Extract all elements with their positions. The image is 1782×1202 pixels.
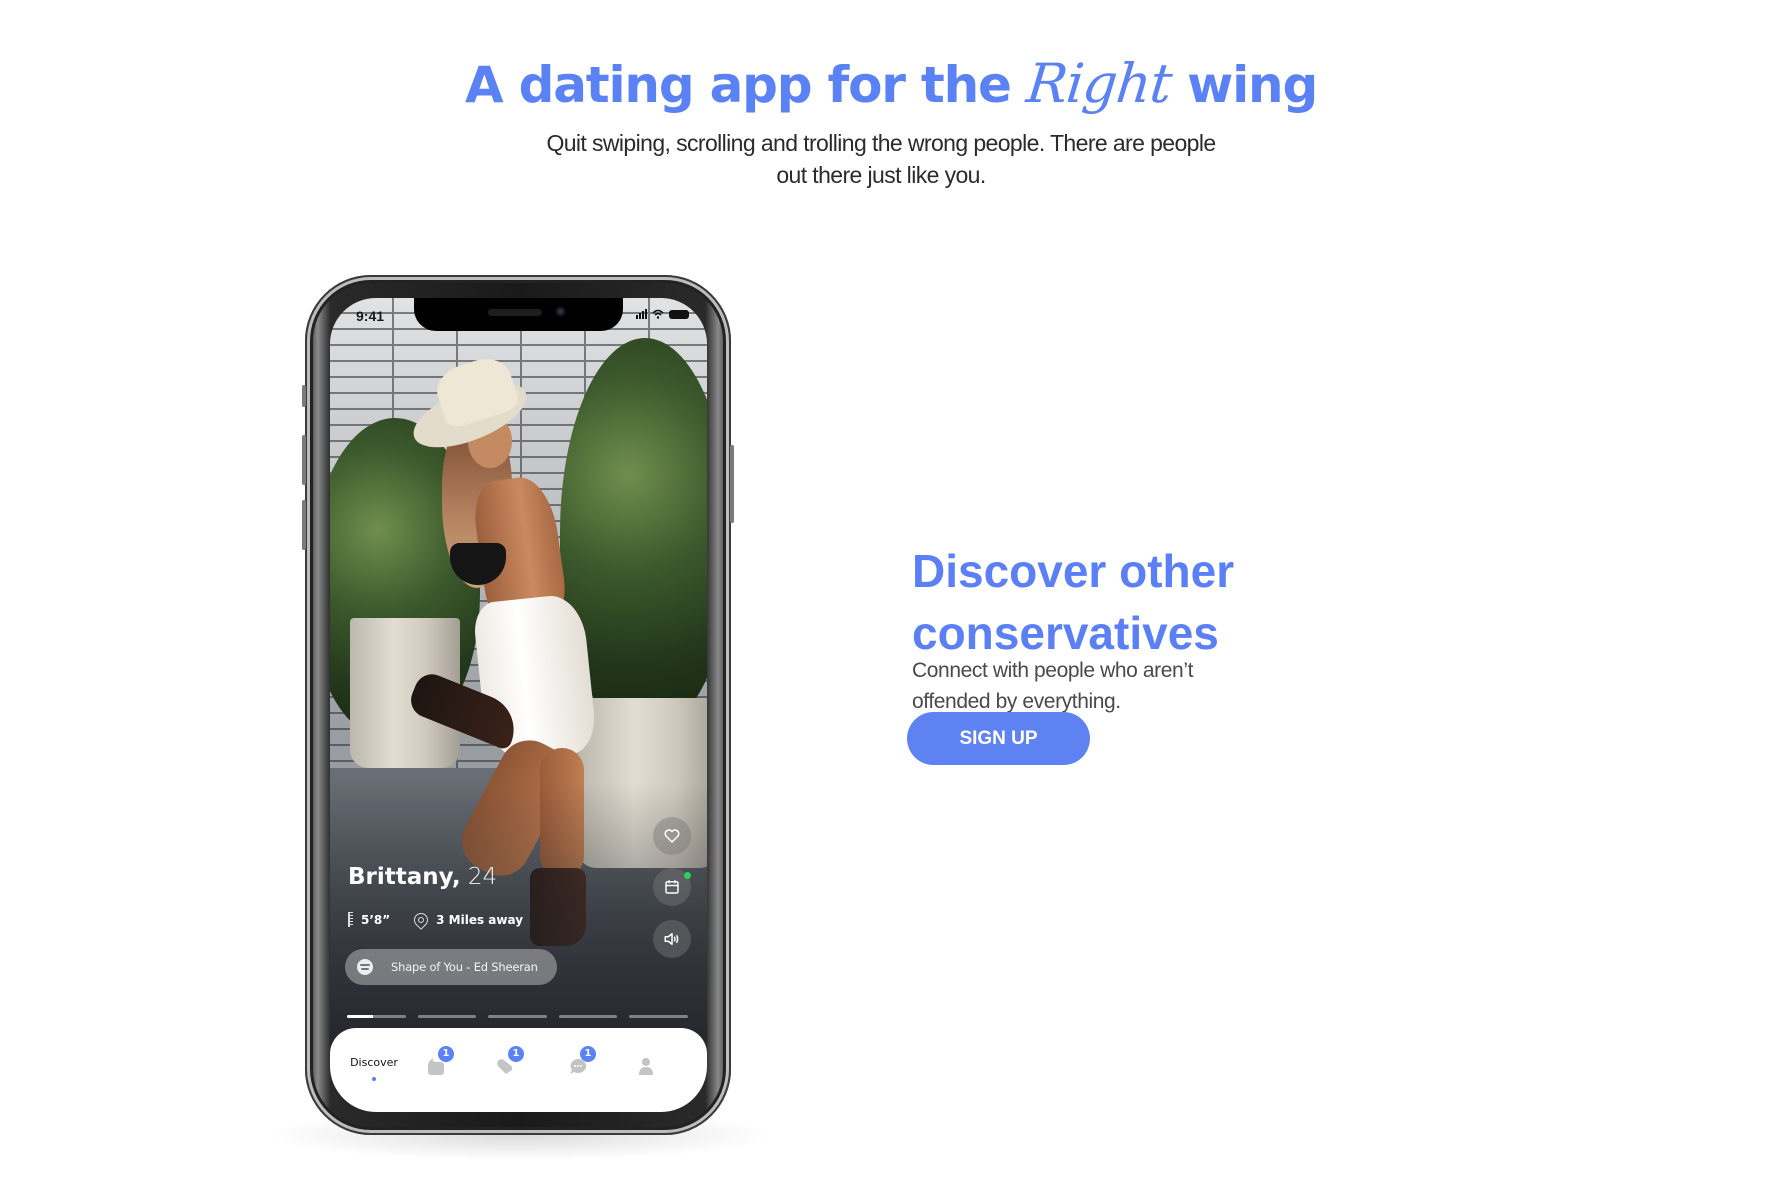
profile-name: Brittany, 24 [348,864,497,890]
spotify-icon [357,959,373,975]
hero-title-suffix: wing [1170,55,1318,114]
phone-volume-up [302,435,306,485]
nav-messages[interactable]: 1 [548,1046,608,1088]
earpiece [488,309,542,316]
profile-height: 5’8” [361,912,391,927]
nav-discover[interactable]: Discover [344,1048,404,1088]
signal-icon [636,309,647,319]
feature-title: Discover other conservatives [912,545,1235,660]
nav-badge: 1 [438,1046,454,1062]
photo-progress [347,1015,688,1018]
profile-first-name: Brittany, [348,864,461,890]
hero-subtitle: Quit swiping, scrolling and trolling the… [546,130,1216,188]
progress-segment[interactable] [629,1015,688,1018]
song-label: Shape of You - Ed Sheeran [391,960,538,974]
online-indicator [684,872,691,879]
song-pill[interactable]: Shape of You - Ed Sheeran [345,949,557,985]
nav-likes[interactable]: 1 [476,1046,536,1088]
sign-up-button[interactable]: SIGN UP [907,712,1090,765]
phone-volume-down [302,500,306,550]
heart-icon: 1 [496,1046,524,1076]
progress-segment[interactable] [558,1015,618,1018]
phone-power-button [730,445,734,523]
like-button[interactable] [653,817,691,855]
height-icon [348,912,353,927]
profile-age: 24 [467,864,498,890]
active-indicator [372,1077,376,1081]
status-icons [636,309,689,319]
front-camera [555,306,566,317]
hero-title: A dating app for the Right wing [0,51,1782,118]
bottom-nav: Discover 1 1 1 [330,1028,707,1112]
progress-fill [347,1015,374,1018]
status-time: 9:41 [356,308,385,324]
wifi-icon [652,309,664,319]
chat-icon: 1 [568,1046,596,1076]
feature-description: Connect with people who aren’t offended … [912,659,1194,713]
location-pin-icon [411,909,432,930]
nav-dates[interactable]: 1 [406,1046,466,1088]
phone-screen: 9:41 Brittany, 24 5’8” 3 Miles away Shap… [330,298,707,1112]
phone-silent-switch [302,385,306,407]
audio-button[interactable] [653,920,691,958]
progress-segment[interactable] [417,1015,477,1018]
speaker-icon [664,933,679,945]
nav-badge: 1 [508,1046,524,1062]
calendar-icon [665,880,679,894]
hero-title-script-word: Right [1023,51,1175,115]
battery-icon [669,309,689,319]
hero-title-prefix: A dating app for the [464,55,1027,114]
progress-segment[interactable] [347,1015,406,1018]
nav-profile[interactable] [616,1048,676,1088]
nav-badge: 1 [580,1046,596,1062]
progress-segment[interactable] [488,1015,547,1018]
phone-notch [414,298,623,331]
profile-distance: 3 Miles away [436,912,524,927]
calendar-icon: 1 [426,1046,454,1076]
profile-stats: 5’8” 3 Miles away [348,909,524,930]
profile-icon [636,1056,656,1076]
heart-icon [664,829,680,843]
nav-discover-label: Discover [350,1056,398,1069]
phone-mockup: 9:41 Brittany, 24 5’8” 3 Miles away Shap… [302,275,734,1135]
